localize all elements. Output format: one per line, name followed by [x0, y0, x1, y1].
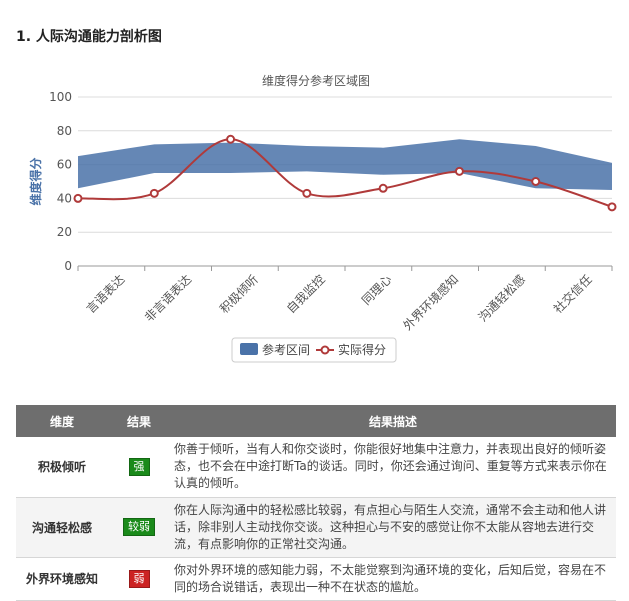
table-header-row: 维度 结果 结果描述: [16, 405, 616, 437]
legend-swatch-marker: [320, 345, 330, 355]
section-title: 1. 人际沟通能力剖析图: [16, 29, 162, 45]
legend-swatch-range: [240, 343, 258, 355]
legend-label-actual: 实际得分: [338, 342, 386, 357]
result-badge: 弱: [128, 569, 150, 588]
table-row: 沟通轻松感 较弱 你在人际沟通中的轻松感比较弱，有点担心与陌生人交流，通常不会主…: [16, 497, 616, 558]
row-dimension: 积极倾听: [16, 437, 108, 498]
chart-title: 维度得分参考区域图: [262, 73, 370, 88]
row-dimension: 沟通轻松感: [16, 497, 108, 558]
y-tick-label: 40: [57, 191, 72, 205]
y-axis-label: 维度得分: [28, 157, 43, 205]
result-badge: 较弱: [123, 518, 155, 536]
x-tick-label: 言语表达: [84, 272, 128, 316]
x-tick-label: 自我监控: [284, 272, 328, 316]
x-tick-label: 社交信任: [550, 272, 595, 317]
legend-label-range: 参考区间: [262, 342, 310, 357]
x-tick-label: 非言语表达: [142, 272, 194, 324]
row-description: 你在人际沟通中的轻松感比较弱，有点担心与陌生人交流，通常不会主动和他人讲话，除非…: [170, 497, 616, 558]
actual-score-point: [531, 177, 541, 186]
actual-score-point: [226, 134, 236, 144]
header-result: 结果: [108, 405, 170, 437]
y-tick-label: 80: [57, 124, 72, 138]
actual-score-point: [454, 166, 464, 176]
y-tick-label: 20: [57, 225, 72, 239]
table-row: 外界环境感知 弱 你对外界环境的感知能力弱，不太能觉察到沟通环境的变化，后知后觉…: [16, 557, 616, 601]
y-tick-label: 60: [57, 158, 72, 172]
actual-score-point: [302, 188, 312, 198]
header-dimension: 维度: [16, 405, 108, 437]
result-badge: 强: [128, 457, 150, 476]
row-dimension: 外界环境感知: [16, 557, 108, 601]
actual-score-point: [607, 202, 617, 212]
x-tick-label: 外界环境感知: [400, 272, 462, 334]
actual-score-point: [73, 193, 83, 203]
row-description: 你善于倾听，当有人和你交谈时，你能很好地集中注意力，并表现出良好的倾听姿态，也不…: [170, 437, 616, 498]
header-description: 结果描述: [170, 405, 616, 437]
actual-score-point: [149, 188, 159, 198]
y-tick-label: 100: [49, 90, 72, 104]
actual-score-point: [378, 183, 388, 193]
x-tick-label: 同理心: [359, 272, 394, 307]
x-tick-label: 沟通轻松感: [475, 272, 528, 325]
y-tick-label: 0: [64, 259, 72, 273]
table-row: 积极倾听 强 你善于倾听，当有人和你交谈时，你能很好地集中注意力，并表现出良好的…: [16, 437, 616, 498]
area-chart: 维度得分参考区域图维度得分 0 20 40 60 80 100 言语表达 非言语表达 积极倾听 自我…: [28, 73, 617, 363]
results-table: 维度 结果 结果描述 积极倾听 强 你善于倾听，当有人和你交谈时，你能很好地集中…: [16, 405, 616, 601]
row-description: 你对外界环境的感知能力弱，不太能觉察到沟通环境的变化，后知后觉，容易在不同的场合…: [170, 557, 616, 601]
x-tick-label: 积极倾听: [217, 272, 261, 316]
